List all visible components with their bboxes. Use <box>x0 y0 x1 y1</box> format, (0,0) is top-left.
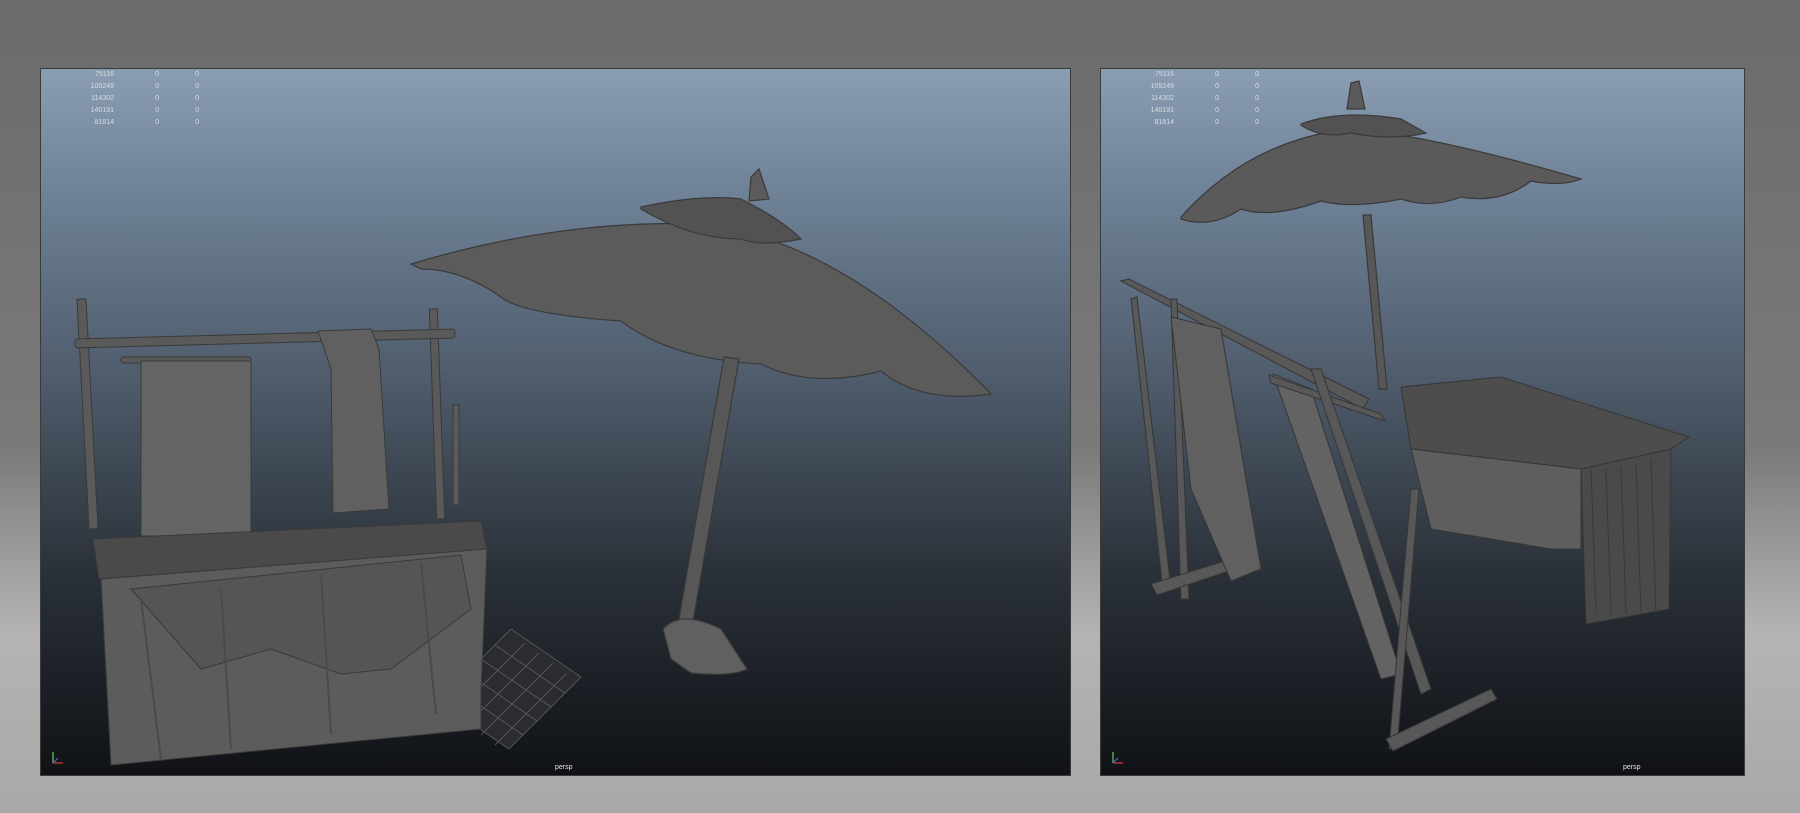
market-stall-model <box>1119 278 1691 752</box>
viewport-right[interactable]: 75116 0 0 109249 0 0 114302 0 0 140191 0 0 81814… <box>1100 68 1745 776</box>
camera-label: persp <box>1623 764 1641 771</box>
viewport-left[interactable]: 75116 0 0 109249 0 0 114302 0 0 140191 0 0 81814… <box>40 68 1071 776</box>
scene-render <box>1119 80 1691 752</box>
axis-gizmo-icon <box>52 752 63 764</box>
market-stall-model <box>74 298 488 766</box>
umbrella-model <box>409 167 993 675</box>
scene-render <box>74 167 993 766</box>
axis-gizmo-icon <box>1112 752 1123 764</box>
camera-label: persp <box>555 764 573 771</box>
